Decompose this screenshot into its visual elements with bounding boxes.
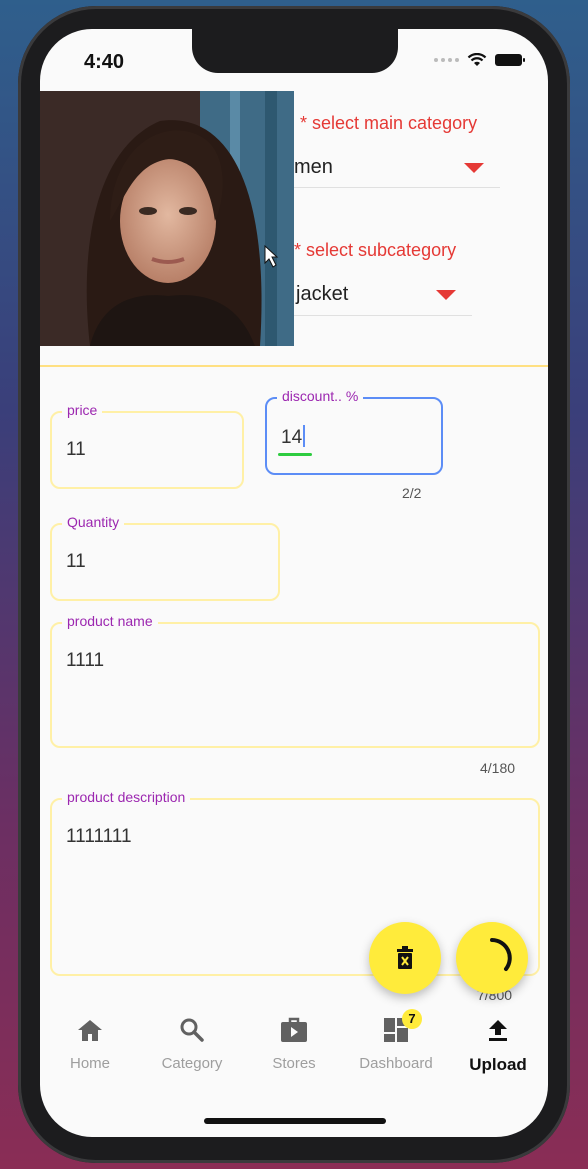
- nav-home[interactable]: Home: [40, 1015, 140, 1072]
- app-screen: 4:40 * select main category men * select…: [40, 29, 548, 1137]
- quantity-field[interactable]: Quantity 11: [50, 514, 280, 601]
- price-field[interactable]: price 11: [50, 402, 244, 489]
- status-icons: [434, 53, 525, 67]
- upload-icon: [448, 1015, 548, 1045]
- wifi-icon: [467, 53, 487, 66]
- discount-input[interactable]: 14: [281, 425, 306, 449]
- nav-dashboard-label: Dashboard: [359, 1055, 433, 1072]
- subcategory-label: * select subcategory: [294, 240, 457, 260]
- price-value[interactable]: 11: [66, 439, 86, 461]
- home-icon: [40, 1015, 140, 1045]
- dashboard-icon: [346, 1015, 446, 1045]
- product-image[interactable]: [40, 91, 294, 346]
- bottom-navigation: Home Category Stores 7 Dashboard Upload: [40, 1009, 548, 1095]
- battery-icon: [495, 54, 525, 66]
- nav-upload-label: Upload: [469, 1055, 527, 1074]
- text-cursor: [303, 425, 306, 447]
- nav-dashboard[interactable]: 7 Dashboard: [346, 1009, 446, 1072]
- main-category-value[interactable]: men: [294, 156, 333, 179]
- product-name-value[interactable]: 1111: [66, 650, 104, 672]
- product-description-label: product description: [62, 789, 191, 805]
- discount-label: discount.. %: [277, 388, 364, 404]
- nav-home-label: Home: [69, 1055, 110, 1072]
- nav-stores-label: Stores: [272, 1055, 316, 1072]
- section-divider: [40, 365, 548, 367]
- discount-counter: 2/2: [402, 485, 422, 501]
- subcategory-caret-icon[interactable]: [436, 290, 456, 300]
- main-category-underline: [294, 187, 500, 188]
- delete-images-button[interactable]: [369, 922, 441, 994]
- loading-spinner-icon: [490, 938, 512, 971]
- nav-upload[interactable]: Upload: [448, 1015, 548, 1075]
- home-indicator[interactable]: [204, 1118, 386, 1124]
- notch: [192, 29, 398, 73]
- product-name-counter: 4/180: [480, 760, 516, 776]
- main-category-caret-icon[interactable]: [464, 163, 484, 173]
- discount-value: 14: [281, 427, 303, 448]
- dashboard-badge: 7: [402, 1009, 422, 1029]
- subcategory-value[interactable]: jacket: [296, 283, 348, 306]
- store-icon: [244, 1015, 344, 1045]
- product-name-label: product name: [62, 613, 158, 629]
- delete-icon: [397, 946, 413, 969]
- nav-stores[interactable]: Stores: [244, 1015, 344, 1072]
- spellcheck-underline: [278, 453, 312, 456]
- product-name-field[interactable]: product name 1111: [50, 613, 540, 748]
- subcategory-underline: [294, 315, 472, 316]
- nav-category-label: Category: [161, 1055, 223, 1072]
- signal-icon: [434, 58, 459, 62]
- main-category-label: * select main category: [300, 113, 478, 133]
- search-icon: [142, 1015, 242, 1045]
- nav-category[interactable]: Category: [142, 1015, 242, 1072]
- upload-progress-button[interactable]: [456, 922, 528, 994]
- quantity-label: Quantity: [62, 514, 125, 530]
- price-label: price: [62, 402, 103, 418]
- discount-field[interactable]: discount.. % 14: [265, 388, 443, 475]
- quantity-value[interactable]: 11: [66, 551, 86, 573]
- product-description-value[interactable]: 1111111: [66, 826, 132, 848]
- status-time: 4:40: [84, 51, 125, 73]
